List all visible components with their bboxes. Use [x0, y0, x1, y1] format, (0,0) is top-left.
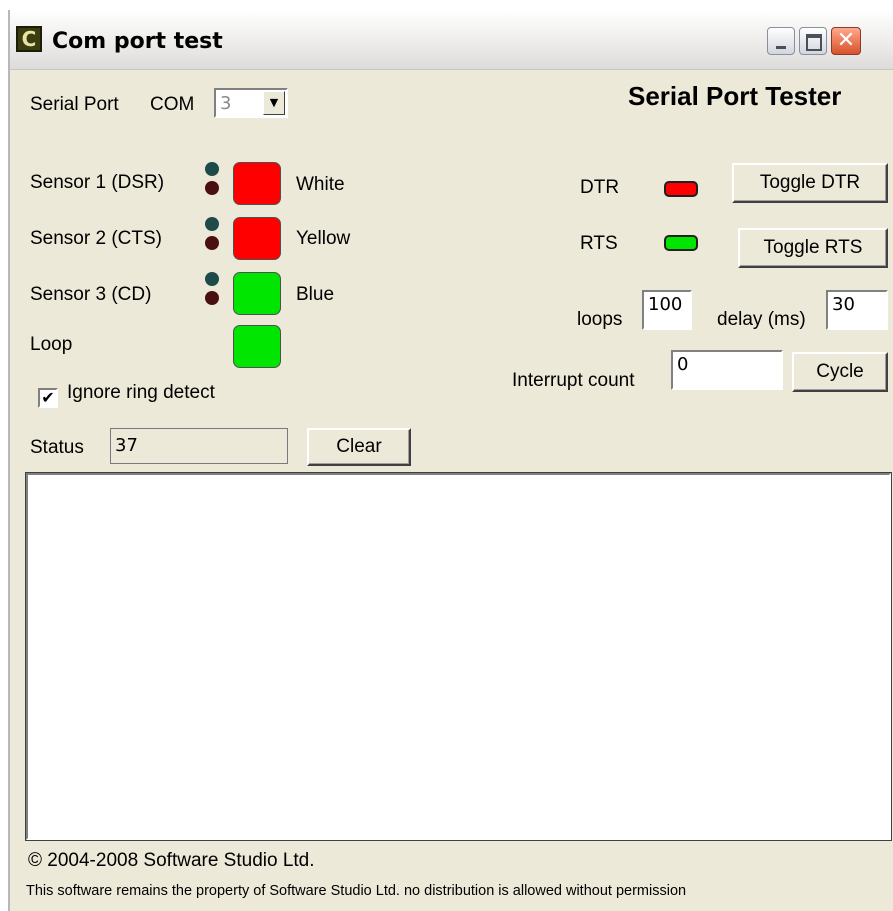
sensor2-indicator-top: [205, 217, 219, 231]
dtr-indicator: [664, 181, 698, 197]
sensor3-color: Blue: [296, 284, 335, 305]
interrupt-count-field: 0: [671, 350, 783, 390]
delay-input[interactable]: 30: [826, 290, 888, 330]
minimize-button[interactable]: [767, 27, 795, 55]
sensor1-indicator-bottom: [205, 181, 219, 195]
serial-port-label: Serial Port: [30, 94, 119, 115]
rts-label: RTS: [580, 233, 618, 254]
status-field: 37: [110, 428, 288, 464]
app-heading: Serial Port Tester: [628, 81, 842, 111]
copyright-text: © 2004-2008 Software Studio Ltd.: [28, 850, 315, 871]
log-output-area[interactable]: [25, 472, 892, 841]
sensor3-indicator-top: [205, 272, 219, 286]
loop-state-box: [233, 325, 281, 368]
minimize-icon: [768, 28, 794, 54]
cycle-button[interactable]: Cycle: [792, 352, 888, 392]
sensor2-label: Sensor 2 (CTS): [30, 228, 162, 249]
window-title: Com port test: [52, 29, 223, 54]
sensor1-label: Sensor 1 (DSR): [30, 172, 165, 193]
app-icon[interactable]: C: [16, 26, 42, 52]
dtr-label: DTR: [580, 177, 620, 198]
close-icon: ✕: [836, 28, 856, 53]
maximize-icon: [800, 28, 826, 54]
delay-label: delay (ms): [717, 309, 806, 330]
com-port-select[interactable]: 3 ▼: [214, 88, 288, 118]
com-label: COM: [150, 94, 195, 115]
sensor1-indicator-top: [205, 162, 219, 176]
sensor2-indicator-bottom: [205, 236, 219, 250]
sensor2-color: Yellow: [296, 228, 351, 249]
sensor1-state-box: [233, 162, 281, 205]
sensor3-state-box: [233, 272, 281, 315]
clear-button[interactable]: Clear: [307, 428, 411, 466]
dropdown-arrow-icon[interactable]: ▼: [263, 91, 285, 115]
maximize-button[interactable]: [799, 27, 827, 55]
rts-indicator: [664, 235, 698, 251]
sensor2-state-box: [233, 217, 281, 260]
sensor3-label: Sensor 3 (CD): [30, 284, 152, 305]
toggle-rts-button[interactable]: Toggle RTS: [738, 228, 888, 268]
license-notice: This software remains the property of So…: [26, 883, 687, 899]
loops-label: loops: [577, 309, 623, 330]
loops-input[interactable]: 100: [642, 290, 692, 330]
title-bar[interactable]: C Com port test ✕: [10, 10, 893, 70]
status-label: Status: [30, 437, 84, 458]
checkmark-icon: ✔: [41, 388, 55, 407]
ignore-ring-label[interactable]: Ignore ring detect: [67, 382, 215, 404]
loop-label: Loop: [30, 334, 73, 355]
interrupt-count-label: Interrupt count: [512, 370, 635, 391]
main-window: C Com port test ✕ Serial Port Tester Ser…: [8, 10, 893, 911]
close-button[interactable]: ✕: [831, 27, 861, 55]
sensor3-indicator-bottom: [205, 291, 219, 305]
sensor1-color: White: [296, 174, 345, 195]
com-port-value: 3: [220, 93, 232, 114]
ignore-ring-checkbox[interactable]: ✔: [38, 388, 58, 408]
toggle-dtr-button[interactable]: Toggle DTR: [732, 163, 888, 203]
